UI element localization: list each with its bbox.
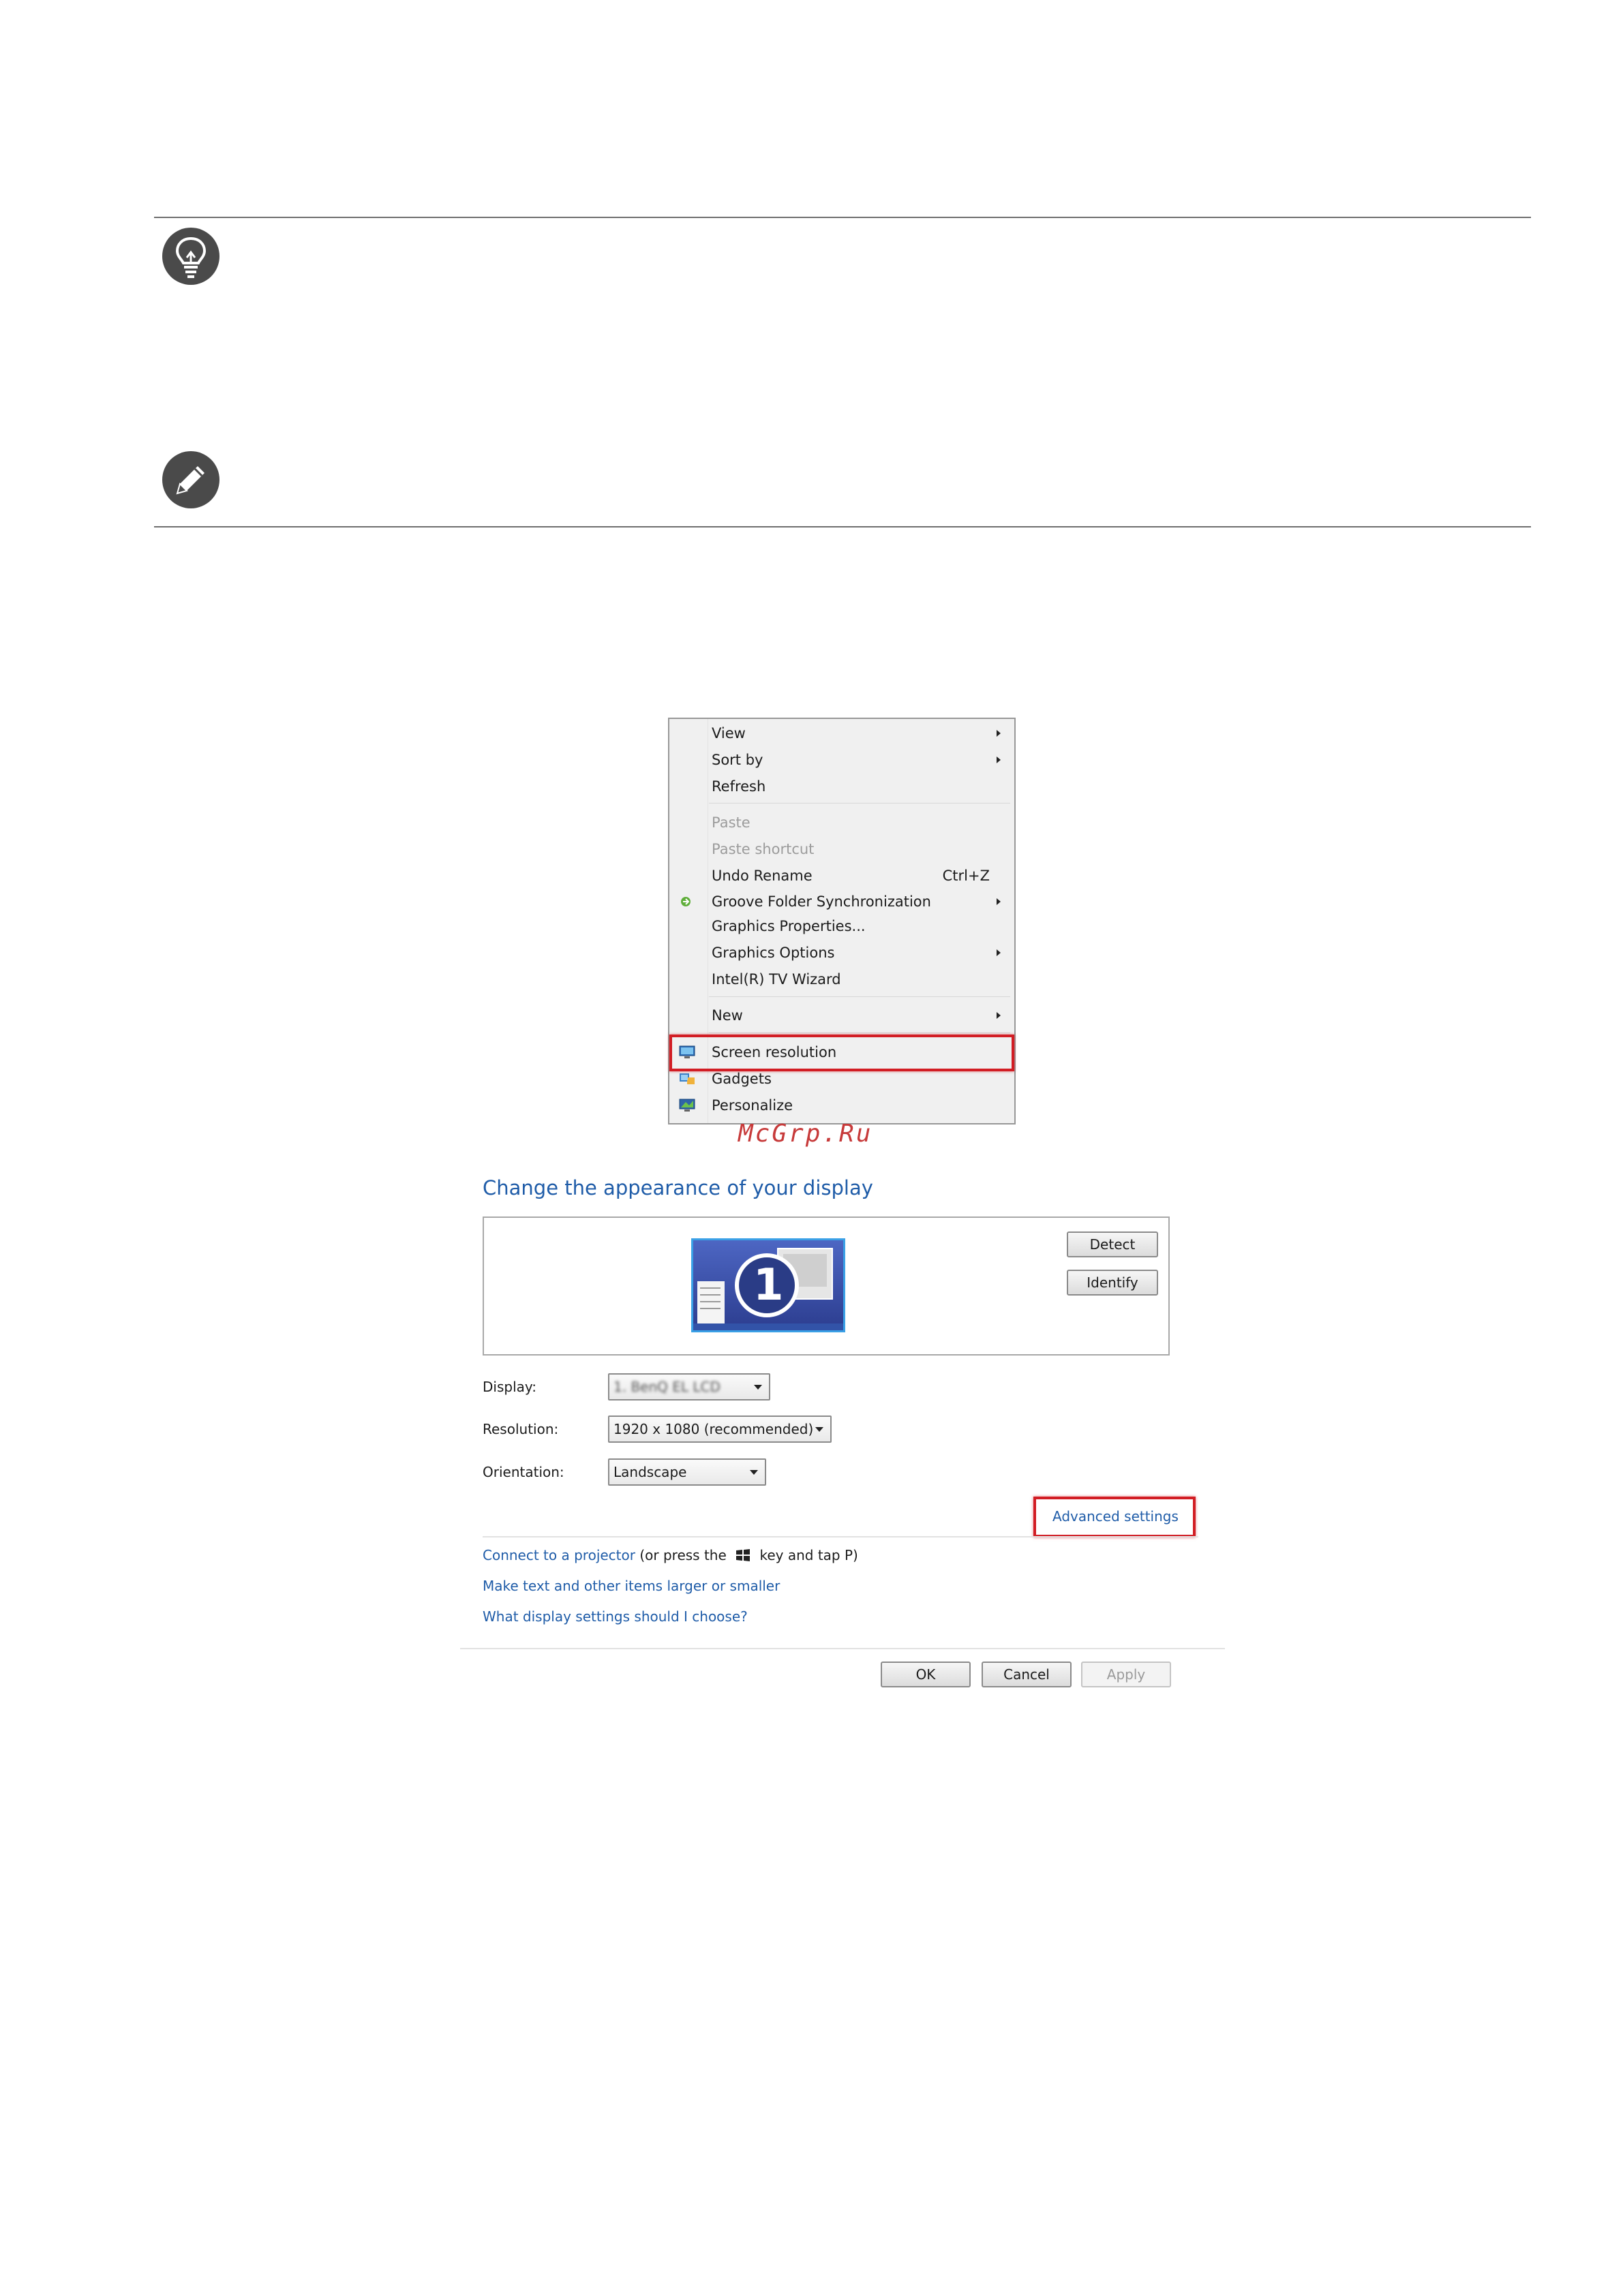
chevron-down-icon [815, 1427, 823, 1432]
menu-item-label: Paste shortcut [712, 841, 815, 857]
orientation-select[interactable]: Landscape [608, 1458, 766, 1486]
submenu-arrow-icon [997, 1012, 1001, 1019]
text-size-link[interactable]: Make text and other items larger or smal… [483, 1578, 780, 1594]
menu-item-label: Undo Rename [712, 868, 813, 884]
resolution-select-value: 1920 x 1080 (recommended) [613, 1421, 814, 1437]
page-title: Change the appearance of your display [483, 1176, 873, 1199]
footer-divider [460, 1648, 1225, 1649]
menu-item-graphics-options[interactable]: Graphics Options [669, 940, 1014, 966]
monitor-thumbnail[interactable]: 1 [691, 1238, 845, 1332]
menu-item-intel-tv-wizard[interactable]: Intel(R) TV Wizard [669, 966, 1014, 992]
menu-item-shortcut: Ctrl+Z [942, 868, 990, 884]
menu-item-label: Intel(R) TV Wizard [712, 971, 841, 988]
lightbulb-tip-icon [162, 228, 219, 285]
menu-item-label: Personalize [712, 1097, 793, 1114]
cancel-button[interactable]: Cancel [982, 1662, 1072, 1687]
display-select-value: 1. BenQ EL LCD [613, 1379, 721, 1395]
menu-item-new[interactable]: New [669, 1002, 1014, 1028]
menu-item-personalize[interactable]: Personalize [669, 1092, 1014, 1118]
top-divider [154, 217, 1531, 218]
advanced-settings-highlight [1033, 1497, 1196, 1537]
identify-button[interactable]: Identify [1067, 1270, 1158, 1296]
menu-separator [709, 996, 1010, 997]
groove-icon [681, 897, 691, 906]
menu-item-label: Sort by [712, 752, 763, 768]
menu-item-sort-by[interactable]: Sort by [669, 747, 1014, 773]
resolution-select[interactable]: 1920 x 1080 (recommended) [608, 1415, 832, 1443]
gadgets-icon [680, 1073, 695, 1084]
display-label: Display: [483, 1379, 537, 1395]
orientation-select-value: Landscape [613, 1464, 687, 1480]
detect-button[interactable]: Detect [1067, 1231, 1158, 1257]
menu-item-label: New [712, 1007, 743, 1024]
menu-item-label: View [712, 725, 746, 741]
menu-item-paste-shortcut[interactable]: Paste shortcut [669, 836, 1014, 862]
menu-item-view[interactable]: View [669, 720, 1014, 746]
menu-item-refresh[interactable]: Refresh [669, 774, 1014, 799]
resolution-label: Resolution: [483, 1421, 559, 1437]
connect-projector-link[interactable]: Connect to a projector [483, 1547, 635, 1563]
monitor-number: 1 [753, 1260, 784, 1311]
submenu-arrow-icon [997, 949, 1001, 956]
menu-item-paste[interactable]: Paste [669, 810, 1014, 836]
menu-item-graphics-properties[interactable]: Graphics Properties... [669, 913, 1014, 939]
menu-item-label: Graphics Options [712, 945, 835, 961]
menu-item-label: Groove Folder Synchronization [712, 893, 931, 910]
personalize-icon [679, 1099, 695, 1112]
bottom-divider [154, 526, 1531, 527]
submenu-arrow-icon [997, 898, 1001, 905]
menu-item-label: Graphics Properties... [712, 918, 866, 934]
monitor-arrangement-panel: 1 Detect Identify [483, 1216, 1170, 1356]
connect-hint-text: (or press the [639, 1547, 727, 1563]
menu-item-undo-rename[interactable]: Undo Rename Ctrl+Z [669, 863, 1014, 889]
windows-logo-icon [736, 1549, 750, 1561]
apply-button[interactable]: Apply [1081, 1662, 1171, 1687]
menu-item-groove-sync[interactable]: Groove Folder Synchronization [669, 889, 1014, 915]
chevron-down-icon [754, 1385, 762, 1390]
connect-projector-row: Connect to a projector (or press the key… [483, 1547, 858, 1563]
menu-separator [709, 1032, 1010, 1033]
connect-hint-text-end: key and tap P) [759, 1547, 858, 1563]
watermark: McGrp.Ru [738, 1120, 873, 1148]
pencil-note-icon [162, 451, 219, 508]
ok-button[interactable]: OK [881, 1662, 971, 1687]
orientation-label: Orientation: [483, 1464, 564, 1480]
divider [483, 1536, 1198, 1537]
menu-item-label: Refresh [712, 778, 766, 795]
submenu-arrow-icon [997, 730, 1001, 737]
display-help-link[interactable]: What display settings should I choose? [483, 1608, 748, 1625]
submenu-arrow-icon [997, 756, 1001, 763]
display-select[interactable]: 1. BenQ EL LCD [608, 1373, 770, 1400]
screen-resolution-highlight [669, 1035, 1014, 1071]
menu-item-label: Paste [712, 814, 750, 831]
chevron-down-icon [750, 1470, 758, 1475]
